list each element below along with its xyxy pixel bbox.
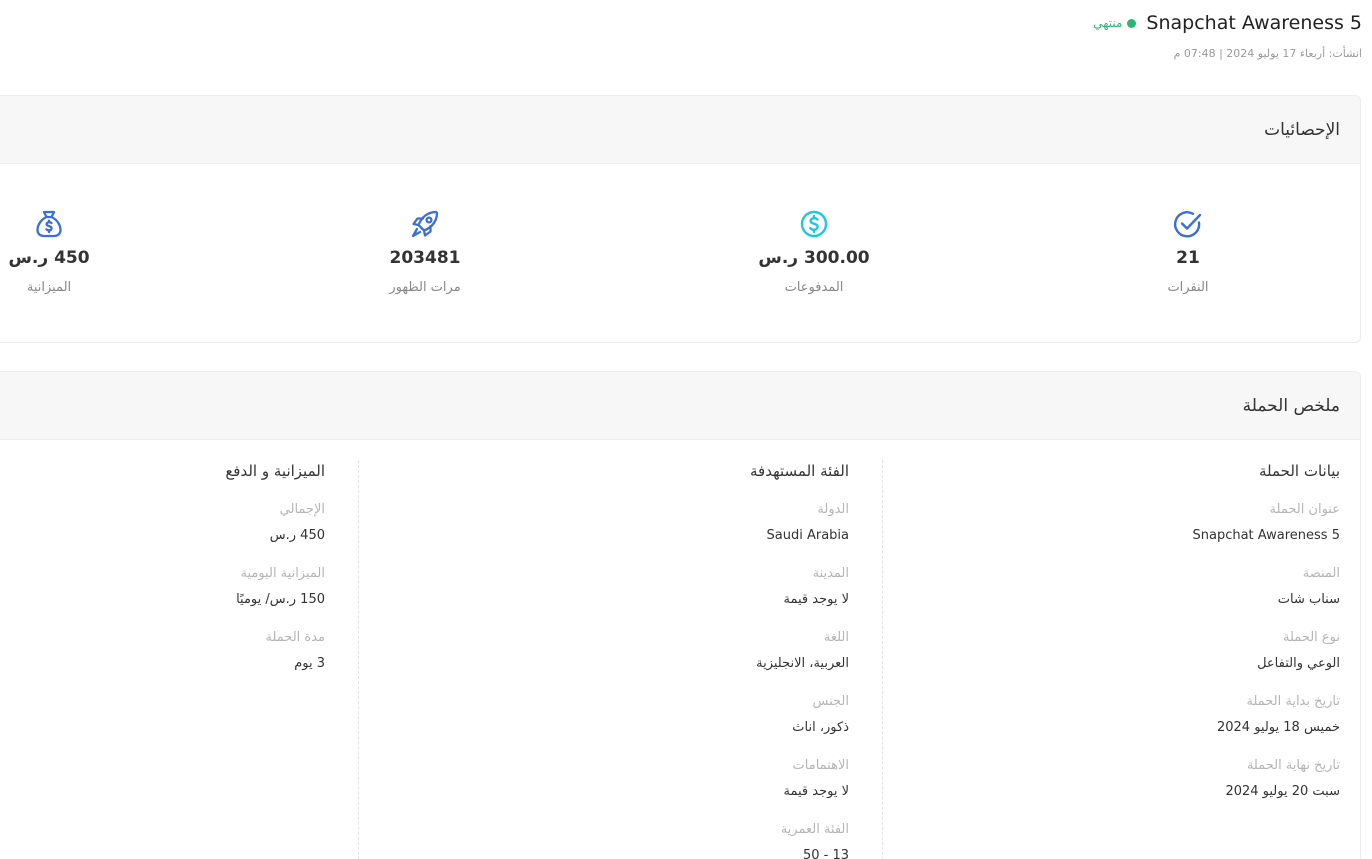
status-dot-icon bbox=[1127, 18, 1137, 28]
field-daily-budget: الميزانية اليومية 150 ر.س/ يوميًا bbox=[5, 564, 325, 610]
field-value: 150 ر.س/ يوميًا bbox=[236, 592, 325, 607]
column-title: الميزانية و الدفع bbox=[225, 462, 325, 480]
field-label: المدينة bbox=[812, 566, 849, 581]
rocket-icon bbox=[325, 206, 525, 242]
stat-value: 450 ر.س bbox=[8, 248, 90, 268]
stat-label: الميزانية bbox=[26, 280, 72, 295]
field-total: الإجمالي 450 ر.س bbox=[5, 500, 325, 546]
field-value: الوعي والتفاعل bbox=[1257, 656, 1340, 671]
field-label: اللغة bbox=[823, 630, 849, 645]
field-value: Saudi Arabia bbox=[766, 528, 850, 543]
field-value: لا يوجد قيمة bbox=[783, 784, 850, 799]
summary-card: ملخص الحملة بيانات الحملة عنوان الحملة S… bbox=[0, 371, 1361, 859]
stat-value: 300.00 ر.س bbox=[758, 248, 870, 268]
summary-header: ملخص الحملة bbox=[0, 372, 1360, 440]
field-label: الاهتمامات bbox=[792, 758, 849, 773]
target-audience-column: الفئة المستهدفة الدولة Saudi Arabia المد… bbox=[369, 460, 849, 859]
dollar-circle-icon bbox=[714, 206, 914, 242]
field-value: العربية، الانجليزية bbox=[756, 656, 849, 671]
field-campaign-type: نوع الحملة الوعي والتفاعل bbox=[860, 628, 1340, 674]
field-value: خميس 18 يوليو 2024 bbox=[1216, 720, 1340, 735]
field-label: تاريخ نهاية الحملة bbox=[1246, 758, 1340, 773]
campaign-title-row: Snapchat Awareness 5 منتهي bbox=[1093, 10, 1362, 36]
stats-header: الإحصائيات bbox=[0, 96, 1360, 164]
field-label: الجنس bbox=[812, 694, 849, 709]
stat-clicks: 21 النقرات bbox=[1088, 206, 1288, 295]
field-country: الدولة Saudi Arabia bbox=[369, 500, 850, 546]
field-gender: الجنس ذكور، اناث bbox=[369, 692, 849, 738]
stat-label: النقرات bbox=[1167, 280, 1209, 295]
field-label: الدولة bbox=[817, 502, 849, 517]
campaign-info-column: بيانات الحملة عنوان الحملة Snapchat Awar… bbox=[860, 460, 1340, 820]
stat-value: 21 bbox=[1176, 248, 1200, 268]
field-label: المنصة bbox=[1302, 566, 1340, 581]
field-label: الميزانية اليومية bbox=[240, 566, 325, 581]
column-title: بيانات الحملة bbox=[1258, 462, 1340, 480]
field-label: نوع الحملة bbox=[1283, 630, 1340, 645]
column-title: الفئة المستهدفة bbox=[750, 462, 849, 480]
field-label: مدة الحملة bbox=[265, 630, 325, 645]
campaign-details-page: Snapchat Awareness 5 منتهي انشأت: أربعاء… bbox=[0, 0, 1372, 859]
budget-payment-column: الميزانية و الدفع الإجمالي 450 ر.س الميز… bbox=[5, 460, 325, 692]
check-circle-icon bbox=[1088, 206, 1288, 242]
stat-label: المدفوعات bbox=[784, 280, 844, 295]
status-label: منتهي bbox=[1093, 16, 1123, 30]
field-duration: مدة الحملة 3 يوم bbox=[5, 628, 325, 674]
stat-impressions: 203481 مرات الظهور bbox=[325, 206, 525, 295]
field-label: الفئة العمرية bbox=[780, 822, 849, 837]
field-city: المدينة لا يوجد قيمة bbox=[369, 564, 850, 610]
stat-budget: 450 ر.س الميزانية bbox=[0, 206, 149, 295]
stat-label: مرات الظهور bbox=[389, 280, 461, 295]
money-bag-icon bbox=[0, 206, 149, 242]
field-language: اللغة العربية، الانجليزية bbox=[369, 628, 849, 674]
field-label: الإجمالي bbox=[279, 502, 325, 517]
field-value: Snapchat Awareness 5 bbox=[1192, 528, 1340, 543]
field-value: لا يوجد قيمة bbox=[783, 592, 850, 607]
field-platform: المنصة سناب شات bbox=[860, 564, 1340, 610]
field-end-date: تاريخ نهاية الحملة سبت 20 يوليو 2024 bbox=[860, 756, 1340, 802]
field-label: عنوان الحملة bbox=[1269, 502, 1340, 517]
status-badge: منتهي bbox=[1093, 16, 1137, 30]
campaign-name: Snapchat Awareness 5 bbox=[1146, 12, 1362, 34]
created-date: انشأت: أربعاء 17 يوليو 2024 | 07:48 م bbox=[1173, 47, 1362, 60]
field-value: سبت 20 يوليو 2024 bbox=[1225, 784, 1340, 799]
field-label: تاريخ بداية الحملة bbox=[1246, 694, 1340, 709]
field-value: سناب شات bbox=[1277, 592, 1340, 607]
column-divider bbox=[358, 460, 359, 859]
field-value: ذكور، اناث bbox=[792, 720, 849, 735]
summary-title: ملخص الحملة bbox=[1242, 395, 1340, 416]
stat-payments: 300.00 ر.س المدفوعات bbox=[714, 206, 914, 295]
stats-card: الإحصائيات 21 النقرات 300.00 ر.س المدفوع… bbox=[0, 95, 1361, 343]
stats-title: الإحصائيات bbox=[1264, 119, 1340, 140]
field-start-date: تاريخ بداية الحملة خميس 18 يوليو 2024 bbox=[860, 692, 1340, 738]
field-value: 3 يوم bbox=[294, 656, 325, 671]
field-age-range: الفئة العمرية 13 - 50 bbox=[369, 820, 849, 859]
field-campaign-title: عنوان الحملة Snapchat Awareness 5 bbox=[860, 500, 1340, 546]
field-value: 13 - 50 bbox=[802, 848, 849, 859]
field-interests: الاهتمامات لا يوجد قيمة bbox=[369, 756, 850, 802]
field-value: 450 ر.س bbox=[269, 528, 325, 543]
stat-value: 203481 bbox=[389, 248, 461, 268]
